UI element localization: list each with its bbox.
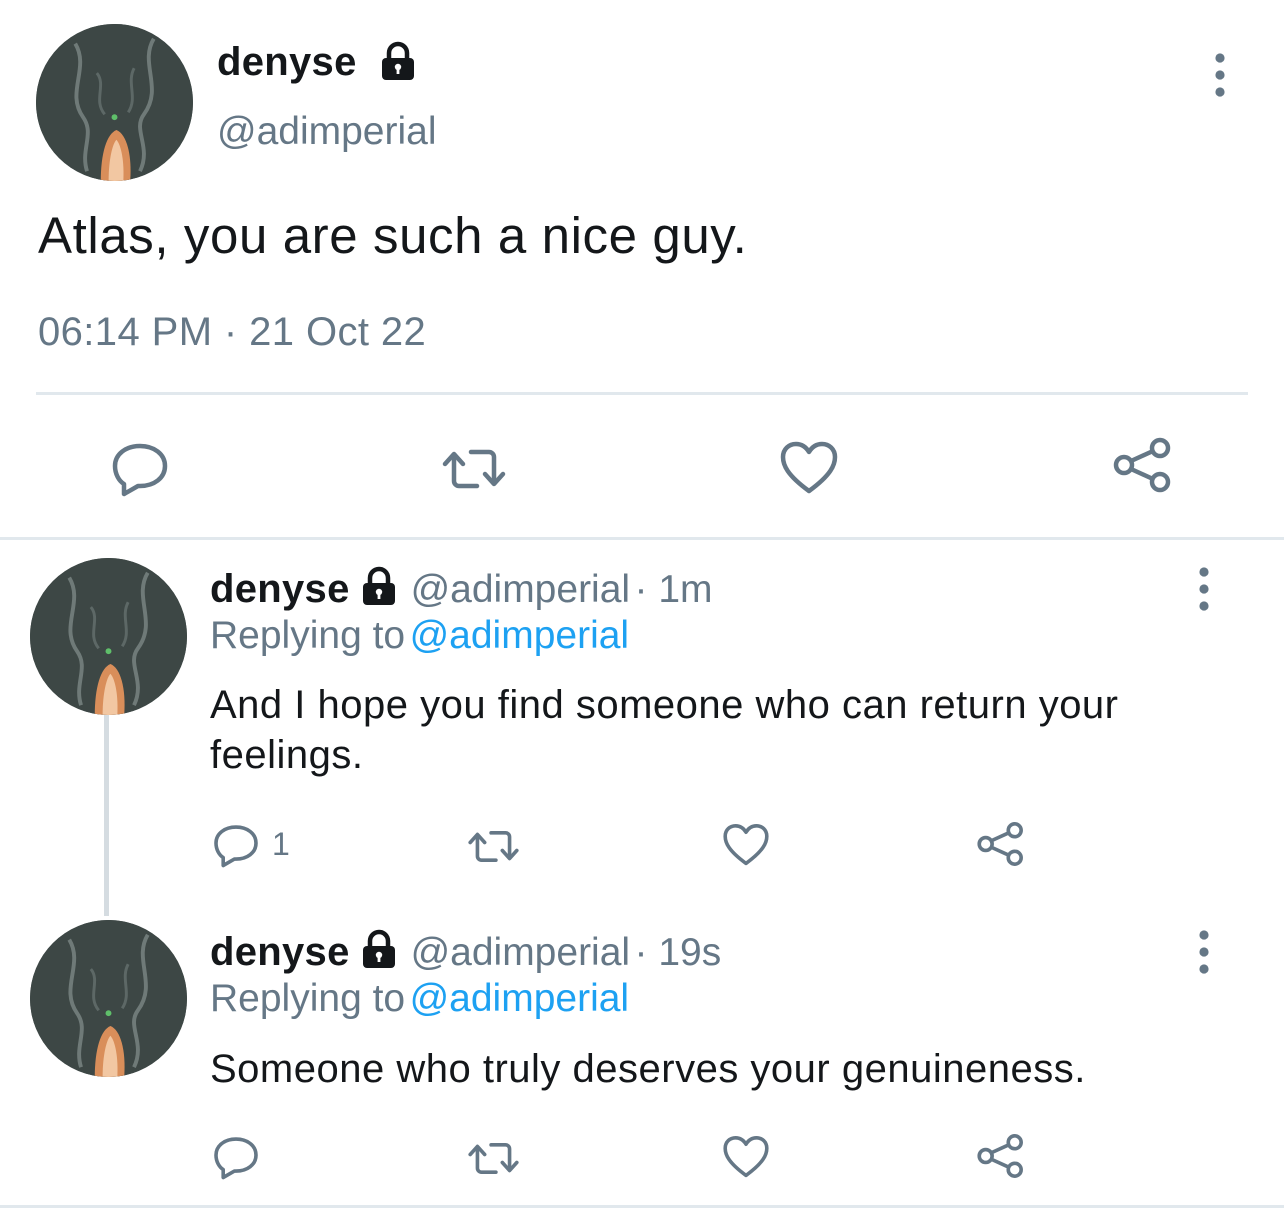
more-vertical-icon[interactable] <box>1202 52 1238 98</box>
avatar[interactable] <box>30 920 187 1077</box>
more-vertical-icon[interactable] <box>1186 929 1222 975</box>
retweet-icon[interactable] <box>467 1139 520 1178</box>
user-handle[interactable]: @adimperial <box>411 931 631 974</box>
thread-connector <box>104 714 109 916</box>
more-vertical-icon[interactable] <box>1186 566 1222 612</box>
lock-icon <box>358 929 400 971</box>
share-icon[interactable] <box>1112 437 1174 493</box>
reply-count: 1 <box>272 826 290 862</box>
reply-text: Someone who truly deserves your genuinen… <box>210 1044 1250 1094</box>
replying-to-label: Replying to <box>210 614 406 657</box>
reply-text-line: feelings. <box>210 733 364 777</box>
avatar[interactable] <box>36 24 193 181</box>
heart-icon[interactable] <box>722 823 770 867</box>
heart-icon[interactable] <box>722 1135 770 1179</box>
display-name[interactable]: denyse <box>210 930 350 974</box>
share-icon[interactable] <box>976 821 1026 867</box>
reply-text: And I hope you find someone who can retu… <box>210 680 1250 780</box>
heart-icon[interactable] <box>779 441 839 495</box>
retweet-icon[interactable] <box>467 827 520 866</box>
user-handle[interactable]: @adimperial <box>411 568 631 611</box>
reply-header: denyse @adimperial · 1m <box>210 566 713 612</box>
reply-icon[interactable] <box>212 823 260 868</box>
replying-to: Replying to @adimperial <box>210 977 629 1021</box>
avatar[interactable] <box>30 558 187 715</box>
replying-to-link[interactable]: @adimperial <box>410 977 630 1020</box>
replying-to-link[interactable]: @adimperial <box>410 614 630 657</box>
divider <box>36 392 1248 395</box>
section-divider <box>0 537 1284 540</box>
section-divider <box>0 1205 1284 1208</box>
reply-header: denyse @adimperial · 19s <box>210 929 721 975</box>
time-ago[interactable]: · 19s <box>635 931 722 974</box>
replying-to: Replying to @adimperial <box>210 614 629 658</box>
tweet-text: Atlas, you are such a nice guy. <box>38 207 748 264</box>
user-handle[interactable]: @adimperial <box>217 110 437 154</box>
tweet-timestamp[interactable]: 06:14 PM · 21 Oct 22 <box>38 310 426 355</box>
retweet-icon[interactable] <box>441 445 507 493</box>
share-icon[interactable] <box>976 1133 1026 1179</box>
display-name[interactable]: denyse <box>210 567 350 611</box>
display-name[interactable]: denyse <box>217 40 357 85</box>
reply-text-line: And I hope you find someone who can retu… <box>210 683 1119 727</box>
time-ago[interactable]: · 1m <box>635 568 713 611</box>
lock-icon <box>377 41 419 83</box>
reply-text-line: Someone who truly deserves your genuinen… <box>210 1047 1086 1091</box>
replying-to-label: Replying to <box>210 977 406 1020</box>
reply-icon[interactable] <box>212 1135 260 1180</box>
reply-icon[interactable] <box>110 441 170 497</box>
lock-icon <box>358 566 400 608</box>
